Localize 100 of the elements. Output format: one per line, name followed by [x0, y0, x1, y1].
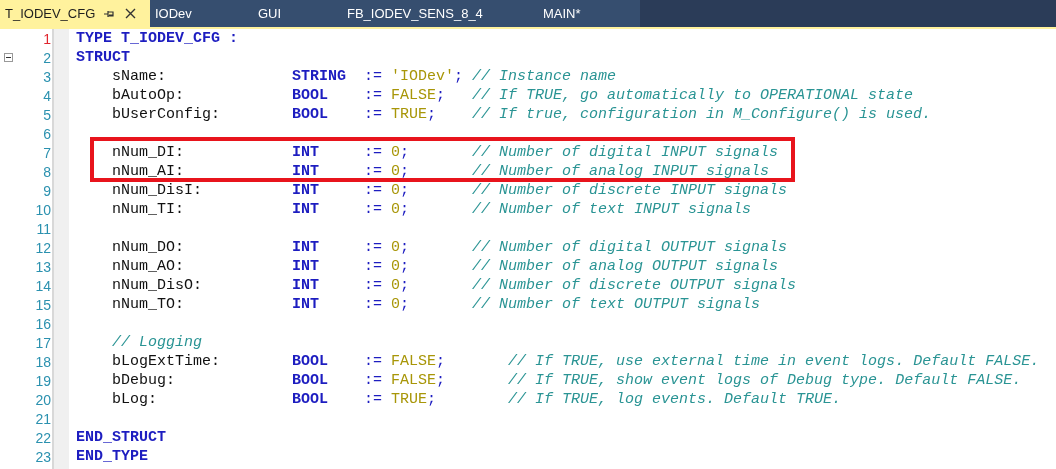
line-number: 6 — [43, 125, 52, 142]
literal-value: FALSE — [391, 371, 437, 390]
editor-tab[interactable]: GUI — [253, 0, 342, 27]
keyword: STRUCT — [76, 48, 130, 67]
variable-name: nNum_TO: — [112, 295, 185, 314]
line-number: 14 — [35, 277, 52, 294]
line-number: 18 — [35, 353, 52, 370]
type-keyword: BOOL — [292, 352, 330, 371]
line-number: 9 — [43, 182, 52, 199]
line-number: 16 — [35, 315, 52, 332]
line-number: 17 — [35, 334, 52, 351]
code-comment: // If TRUE, log events. Default TRUE. — [508, 390, 842, 409]
literal-value: 'IODev' — [391, 67, 455, 86]
line-number: 12 — [35, 239, 52, 256]
line-number: 8 — [43, 163, 52, 180]
type-keyword: INT — [292, 200, 321, 219]
editor-tab[interactable]: IODev — [150, 0, 253, 27]
line-number: 15 — [35, 296, 52, 313]
literal-value: 0 — [391, 276, 401, 295]
line-number: 2 — [43, 49, 52, 66]
variable-name: bAutoOp: — [112, 86, 185, 105]
line-number: 10 — [35, 201, 52, 218]
type-keyword: BOOL — [292, 86, 330, 105]
assign-operator: := — [364, 181, 384, 200]
code-comment: // If TRUE, go automatically to OPERATIONAL state — [472, 86, 914, 105]
code-comment: // Number of text INPUT signals — [472, 200, 752, 219]
line-number: 22 — [35, 429, 52, 446]
line-number: 3 — [43, 68, 52, 85]
code-comment: // If true, configuration in M_Configure() is used. — [472, 105, 932, 124]
code-comment: // Number of discrete INPUT signals — [472, 181, 788, 200]
semicolon: ; — [436, 371, 446, 390]
assign-operator: := — [364, 276, 384, 295]
literal-value: FALSE — [391, 352, 437, 371]
assign-operator: := — [364, 143, 384, 162]
line-number: 20 — [35, 391, 52, 408]
code-comment: // If TRUE, show event logs of Debug type. Default FALSE. — [508, 371, 1022, 390]
assign-operator: := — [364, 238, 384, 257]
semicolon: ; — [400, 257, 410, 276]
code-comment: // If TRUE, use external time in event logs. Default FALSE. — [508, 352, 1040, 371]
editor-tab[interactable]: T_IODEV_CFG — [0, 0, 150, 27]
variable-name: nNum_AI: — [112, 162, 185, 181]
assign-operator: := — [364, 162, 384, 181]
variable-name: nNum_DO: — [112, 238, 185, 257]
line-number: 4 — [43, 87, 52, 104]
semicolon: ; — [400, 181, 410, 200]
type-keyword: INT — [292, 181, 321, 200]
keyword: TYPE T_IODEV_CFG : — [76, 29, 239, 48]
semicolon: ; — [400, 295, 410, 314]
semicolon: ; — [436, 86, 446, 105]
semicolon: ; — [427, 390, 437, 409]
line-number: 19 — [35, 372, 52, 389]
semicolon: ; — [400, 143, 410, 162]
type-keyword: BOOL — [292, 105, 330, 124]
literal-value: FALSE — [391, 86, 437, 105]
assign-operator: := — [364, 105, 384, 124]
literal-value: 0 — [391, 143, 401, 162]
line-number: 5 — [43, 106, 52, 123]
semicolon: ; — [400, 162, 410, 181]
type-keyword: STRING — [292, 67, 348, 86]
keyword: END_STRUCT — [76, 428, 166, 447]
type-keyword: BOOL — [292, 390, 330, 409]
type-keyword: INT — [292, 162, 321, 181]
variable-name: nNum_DI: — [112, 143, 185, 162]
type-keyword: INT — [292, 257, 321, 276]
code-comment: // Number of text OUTPUT signals — [472, 295, 761, 314]
semicolon: ; — [454, 67, 464, 86]
code-comment: // Number of discrete OUTPUT signals — [472, 276, 797, 295]
assign-operator: := — [364, 295, 384, 314]
assign-operator: := — [364, 200, 384, 219]
variable-name: nNum_TI: — [112, 200, 185, 219]
keyword: END_TYPE — [76, 447, 148, 466]
line-number: 23 — [35, 448, 52, 465]
assign-operator: := — [364, 86, 384, 105]
assign-operator: := — [364, 371, 384, 390]
assign-operator: := — [364, 67, 384, 86]
type-keyword: INT — [292, 143, 321, 162]
type-keyword: INT — [292, 276, 321, 295]
semicolon: ; — [427, 105, 437, 124]
variable-name: sName: — [112, 67, 167, 86]
editor-tab[interactable]: MAIN* — [538, 0, 640, 27]
code-comment: // Logging — [112, 333, 202, 352]
line-number: 7 — [43, 144, 52, 161]
code-comment: // Number of digital OUTPUT signals — [472, 238, 788, 257]
semicolon: ; — [436, 352, 446, 371]
type-keyword: INT — [292, 295, 321, 314]
line-number: 13 — [35, 258, 52, 275]
literal-value: 0 — [391, 200, 401, 219]
literal-value: TRUE — [391, 105, 428, 124]
line-number: 1 — [43, 30, 52, 47]
code-comment: // Number of analog INPUT signals — [472, 162, 770, 181]
variable-name: bLogExtTime: — [112, 352, 222, 371]
code-comment: // Instance name — [472, 67, 617, 86]
editor-tab[interactable]: FB_IODEV_SENS_8_4 — [342, 0, 538, 27]
assign-operator: := — [364, 390, 384, 409]
literal-value: 0 — [391, 238, 401, 257]
literal-value: 0 — [391, 257, 401, 276]
type-keyword: INT — [292, 238, 321, 257]
line-number: 11 — [36, 220, 52, 237]
semicolon: ; — [400, 200, 410, 219]
type-keyword: BOOL — [292, 371, 330, 390]
